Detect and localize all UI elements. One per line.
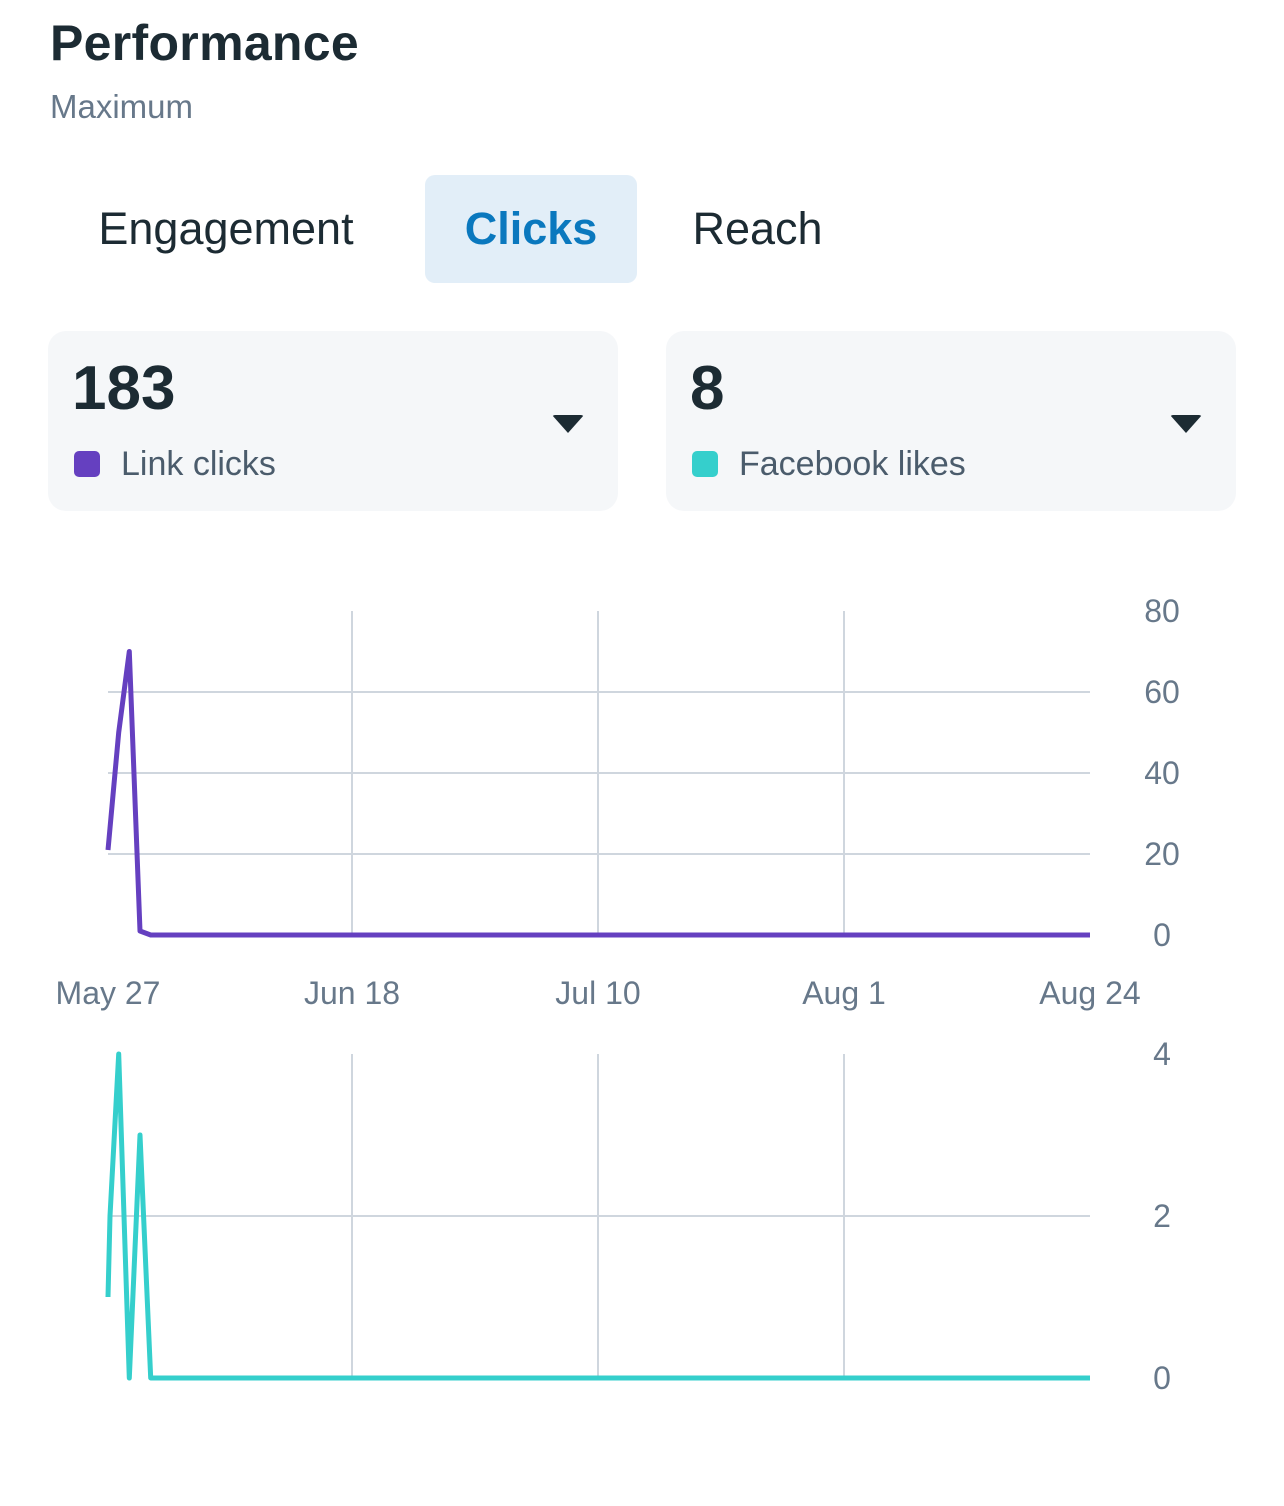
link-clicks-chart: 0 20 40 60 80 May 27 Jun 18 Jul 10 Aug 1 Aug 24 [56, 593, 1180, 1011]
x-tick-label: May 27 [56, 975, 161, 1011]
x-tick-label: Jun 18 [304, 975, 400, 1011]
x-tick-label: Aug 1 [802, 975, 886, 1011]
y-tick-label: 40 [1144, 755, 1180, 791]
performance-charts: 020406080May 27 Jun 18 Jul 10 Aug 1 Aug 24 0… [56, 593, 1180, 1396]
y-tick-label: 4 [1153, 1036, 1171, 1072]
y-tick-label: 60 [1144, 674, 1180, 710]
y-tick-label: 0 [1153, 1360, 1171, 1396]
y-tick-label: 80 [1144, 593, 1180, 629]
y-tick-label: 0 [1153, 917, 1171, 953]
facebook-likes-chart: 0 2 4 [105, 1036, 1171, 1396]
x-tick-label: Aug 24 [1039, 975, 1140, 1011]
y-tick-label: 20 [1144, 836, 1180, 872]
x-tick-label: Jul 10 [555, 975, 640, 1011]
y-tick-label: 2 [1153, 1198, 1171, 1234]
